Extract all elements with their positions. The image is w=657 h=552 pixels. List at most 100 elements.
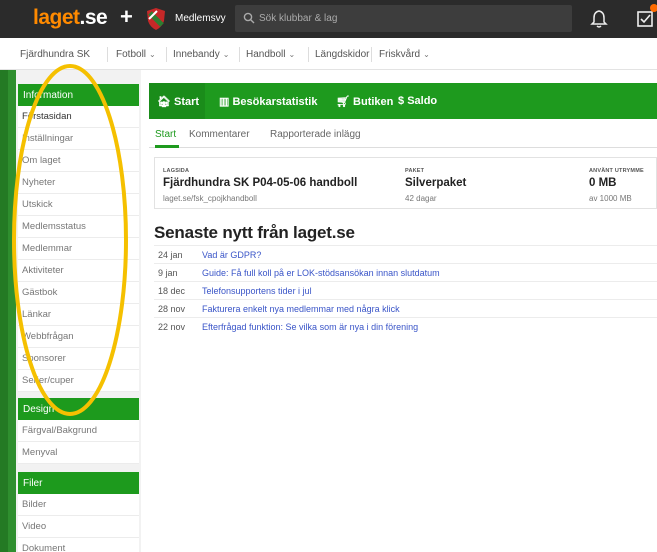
sidebar-header-design: Design (18, 398, 139, 420)
news-link[interactable]: Guide: Få full koll på er LOK-stödsansök… (202, 268, 440, 278)
paket-value: Silverpaket (405, 177, 467, 189)
tab-start-label: Start (174, 96, 200, 108)
tab-start[interactable]: 🏠︎ Start (157, 95, 199, 108)
home-icon: 🏠︎ (157, 96, 171, 108)
sidebar-item-om-laget[interactable]: Om laget (18, 150, 139, 172)
nav-divider (166, 47, 167, 62)
news-row: 9 jan Guide: Få full koll på er LOK-stöd… (154, 263, 657, 281)
chevron-down-icon: ⌄ (288, 50, 296, 59)
tab-saldo[interactable]: $ Saldo (398, 95, 437, 107)
nav-innebandy[interactable]: Innebandy ⌄ (173, 49, 229, 60)
nav-club-label: Fjärdhundra SK (20, 49, 91, 60)
sidebar-item-medlemsstatus[interactable]: Medlemsstatus (18, 216, 139, 238)
search-input[interactable] (259, 9, 559, 28)
sidebar-item-bilder[interactable]: Bilder (18, 494, 139, 516)
sidebar-item-aktiviteter[interactable]: Aktiviteter (18, 260, 139, 282)
sub-tabs: Start Kommentarer Rapporterade inlägg (149, 119, 657, 148)
nav-divider (239, 47, 240, 62)
sidebar-item-serier-cuper[interactable]: Serier/cuper (18, 370, 139, 392)
nav-divider (107, 47, 108, 62)
nav-langdskidor-label: Längdskidor (315, 49, 370, 60)
add-icon[interactable]: + (120, 5, 133, 29)
sidebar-item-nyheter[interactable]: Nyheter (18, 172, 139, 194)
paket-label: PAKET (405, 168, 425, 174)
lagsida-label: LAGSIDA (163, 168, 190, 174)
nav-langdskidor[interactable]: Längdskidor (315, 49, 369, 60)
news-link[interactable]: Vad är GDPR? (202, 250, 261, 260)
news-row: 18 dec Telefonsupportens tider i jul (154, 281, 657, 299)
tab-butiken[interactable]: 🛒︎ Butiken (336, 95, 393, 108)
nav-divider (371, 47, 372, 62)
search-icon (243, 12, 255, 24)
bar-chart-icon: ▥ (219, 96, 230, 108)
news-link[interactable]: Telefonsupportens tider i jul (202, 286, 312, 296)
sidebar-item-forstasidan[interactable]: Förstasidan (18, 106, 139, 128)
sidebar-item-gastbok[interactable]: Gästbok (18, 282, 139, 304)
tab-besokarstatistik[interactable]: ▥ Besökarstatistik (219, 95, 317, 108)
laget-logo[interactable]: laget.se (33, 6, 108, 30)
nav-friskvard-label: Friskvård (379, 49, 421, 60)
sidebar-item-fargval[interactable]: Färgval/Bakgrund (18, 420, 139, 442)
subtab-kommentarer[interactable]: Kommentarer (189, 129, 250, 140)
subtab-active-indicator (155, 145, 179, 148)
news-date: 22 nov (158, 322, 186, 332)
sidebar-item-sponsorer[interactable]: Sponsorer (18, 348, 139, 370)
sidebar-item-medlemmar[interactable]: Medlemmar (18, 238, 139, 260)
utrymme-label: ANVÄNT UTRYMME (589, 168, 644, 174)
top-bar: laget.se + Medlemsvy (0, 0, 657, 38)
notification-dot (650, 4, 657, 12)
news-row: 28 nov Fakturera enkelt nya medlemmar me… (154, 299, 657, 317)
chevron-down-icon: ⌄ (423, 50, 430, 59)
bell-icon[interactable] (590, 9, 608, 29)
logo-suffix: .se (79, 6, 108, 29)
news-date: 28 nov (158, 304, 186, 314)
subtab-start[interactable]: Start (155, 129, 176, 140)
tasks-icon[interactable] (637, 9, 657, 29)
sidebar-item-dokument[interactable]: Dokument (18, 538, 139, 552)
news-link[interactable]: Efterfrågad funktion: Se vilka som är ny… (202, 322, 418, 332)
sidebar-header-filer: Filer (18, 472, 139, 494)
logo-text: laget (33, 6, 80, 29)
nav-handboll-label: Handboll (246, 49, 286, 60)
chevron-down-icon: ⌄ (222, 50, 230, 59)
sidebar-item-utskick[interactable]: Utskick (18, 194, 139, 216)
nav-handboll[interactable]: Handboll ⌄ (246, 49, 295, 60)
news-heading: Senaste nytt från laget.se (154, 223, 355, 242)
tab-besokarstatistik-label: Besökarstatistik (232, 96, 318, 108)
chevron-down-icon: ⌄ (149, 50, 156, 59)
news-row: 22 nov Efterfrågad funktion: Se vilka so… (154, 317, 657, 335)
nav-fotboll[interactable]: Fotboll ⌄ (116, 49, 156, 60)
nav-divider (308, 47, 309, 62)
nav-innebandy-label: Innebandy (173, 49, 220, 60)
search-box[interactable] (235, 5, 572, 32)
paket-days: 42 dagar (405, 194, 437, 203)
sidebar-item-video[interactable]: Video (18, 516, 139, 538)
dollar-icon: $ (398, 95, 405, 107)
subtab-rapporterade[interactable]: Rapporterade inlägg (270, 129, 361, 140)
news-date: 9 jan (158, 268, 178, 278)
sport-nav: Fjärdhundra SK Fotboll ⌄ Innebandy ⌄ Handb… (0, 38, 657, 70)
tab-saldo-label: Saldo (407, 95, 438, 107)
news-date: 18 dec (158, 286, 186, 296)
news-row: 24 jan Vad är GDPR? (154, 245, 657, 263)
team-info-box: LAGSIDA Fjärdhundra SK P04-05-06 handbol… (154, 157, 657, 209)
sidebar-item-installningar[interactable]: Inställningar (18, 128, 139, 150)
utrymme-total: av 1000 MB (589, 194, 632, 203)
member-view-label[interactable]: Medlemsvy (175, 13, 226, 24)
club-shield-icon[interactable] (145, 7, 167, 31)
news-date: 24 jan (158, 250, 183, 260)
sidebar-header-information: Information (18, 84, 139, 106)
nav-friskvard[interactable]: Friskvård ⌄ (379, 49, 430, 60)
sidebar-item-lankar[interactable]: Länkar (18, 304, 139, 326)
lagsida-value: Fjärdhundra SK P04-05-06 handboll (163, 177, 358, 189)
lagsida-url[interactable]: laget.se/fsk_cpojkhandboll (163, 194, 257, 203)
nav-fotboll-label: Fotboll (116, 49, 147, 60)
utrymme-value: 0 MB (589, 177, 617, 189)
sidebar-item-webbfragan[interactable]: Webbfrågan (18, 326, 139, 348)
left-edge (0, 70, 8, 552)
sidebar-item-menyval[interactable]: Menyval (18, 442, 139, 464)
news-link[interactable]: Fakturera enkelt nya medlemmar med några… (202, 304, 400, 314)
tab-butiken-label: Butiken (353, 96, 394, 108)
cart-icon: 🛒︎ (336, 96, 350, 108)
nav-club[interactable]: Fjärdhundra SK (20, 49, 90, 60)
